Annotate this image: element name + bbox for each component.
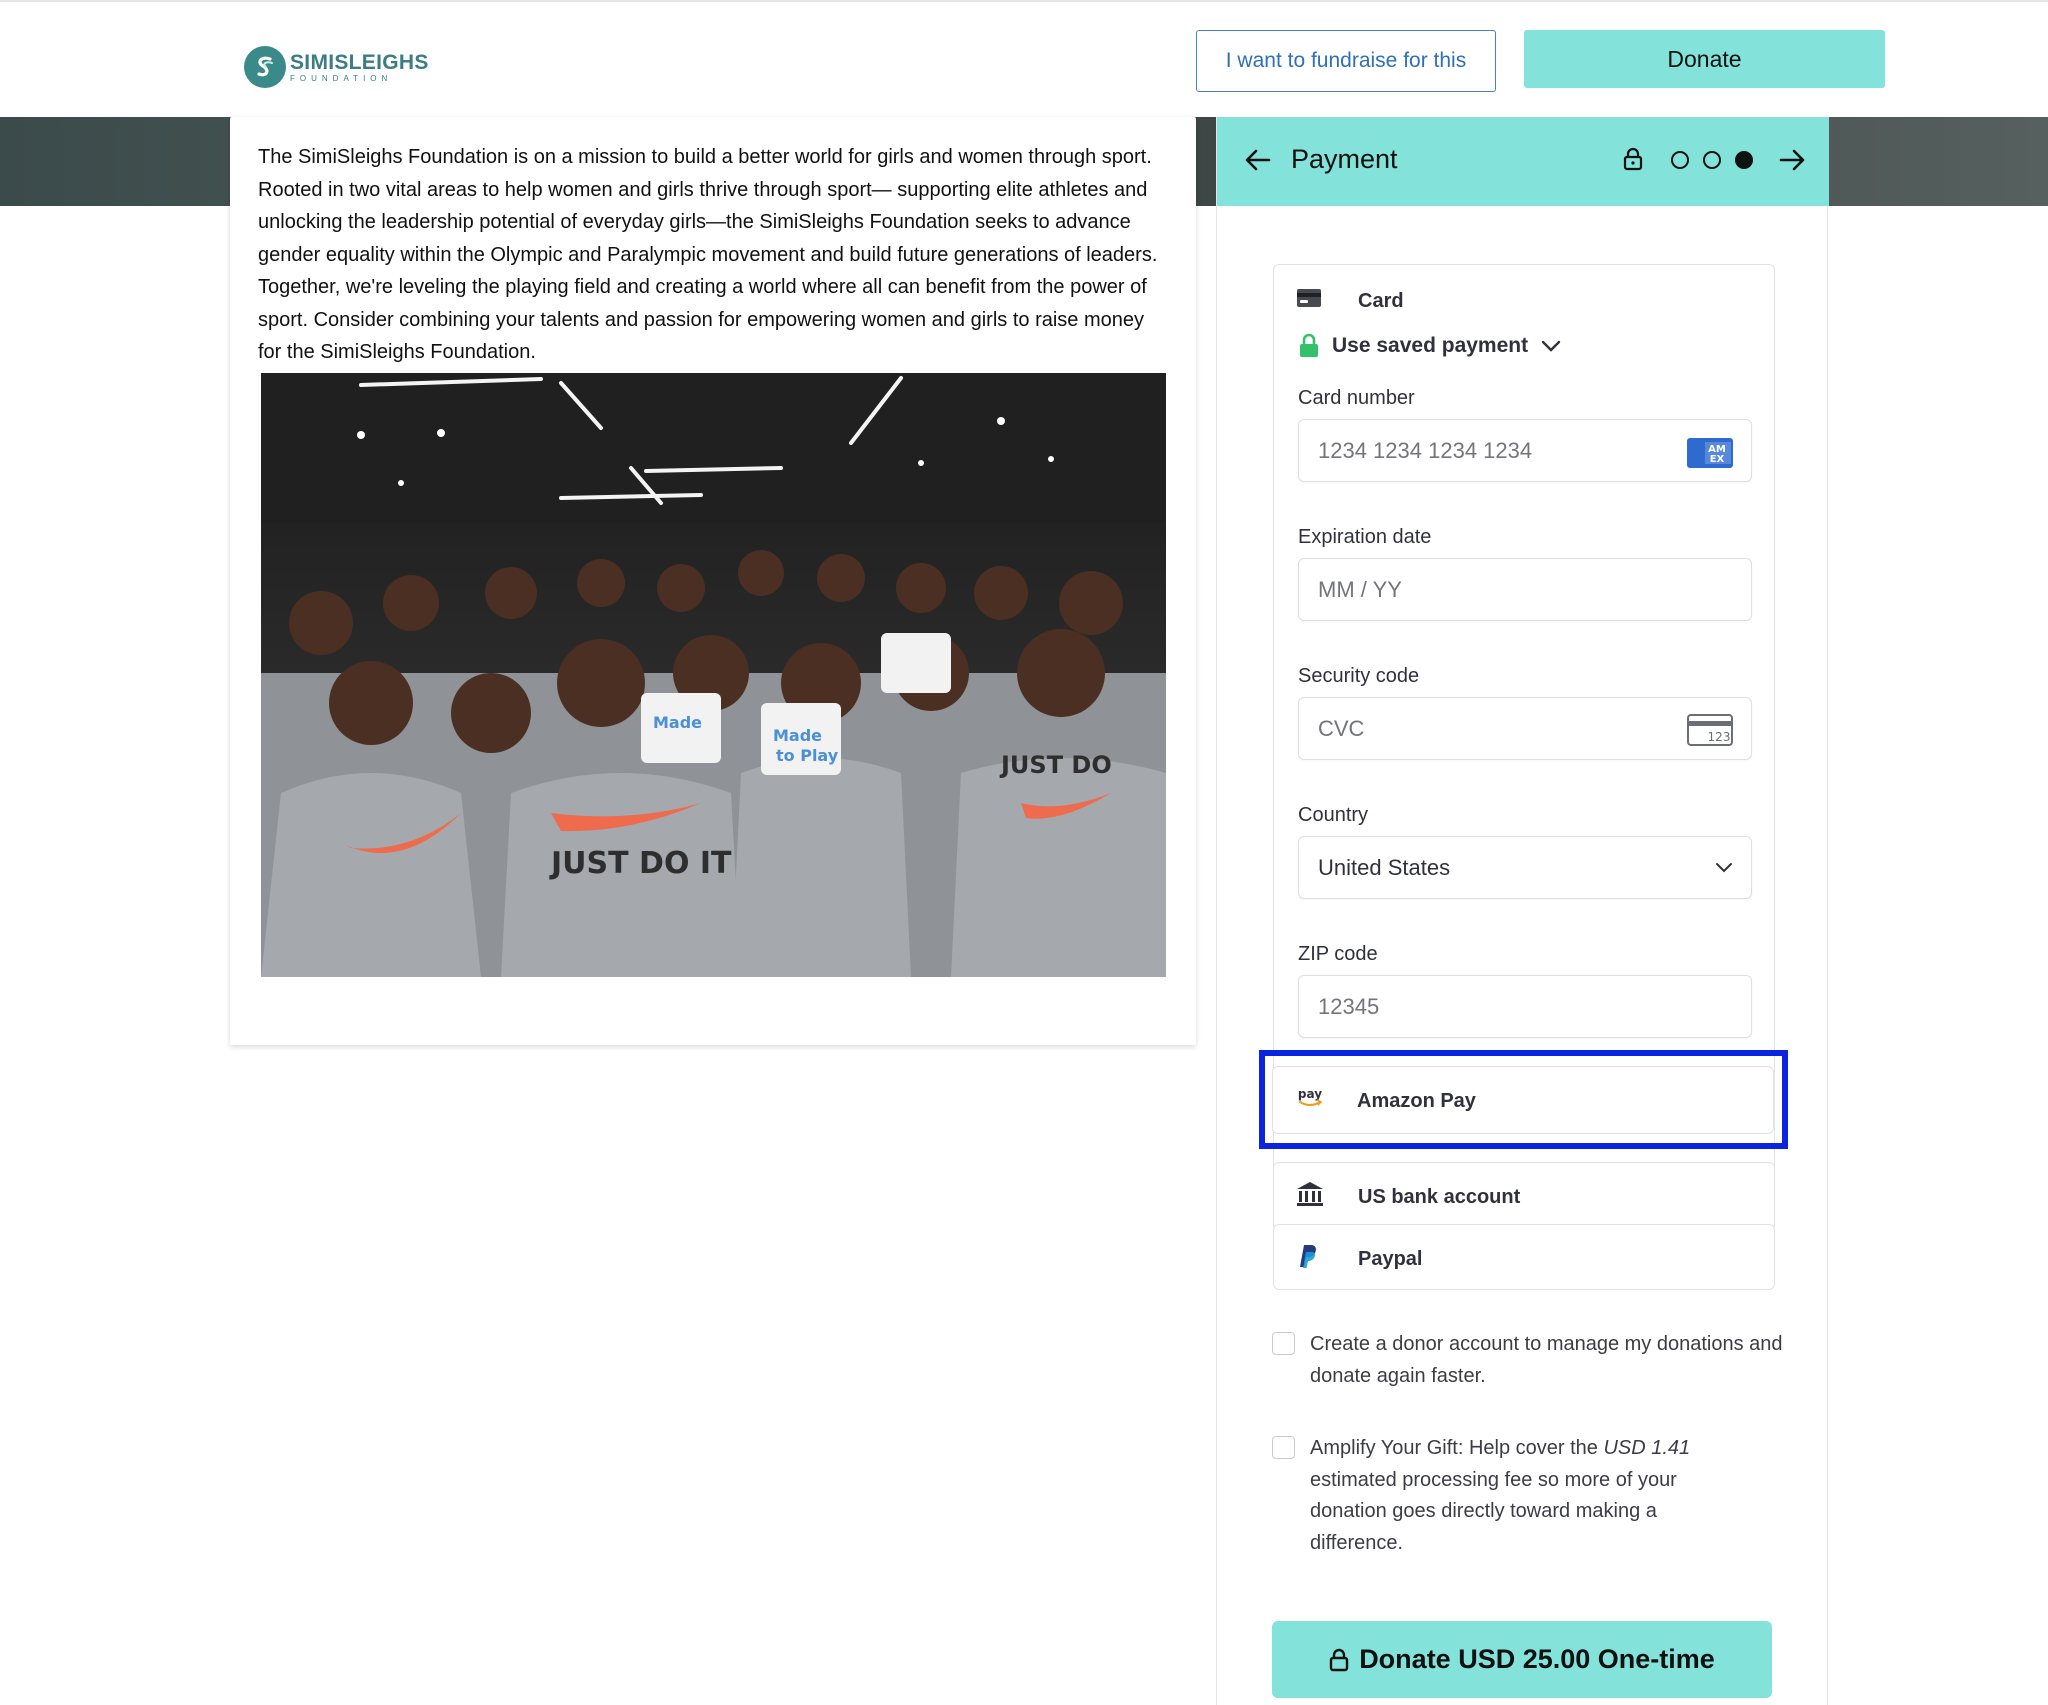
svg-text:JUST DO IT: JUST DO IT <box>549 846 732 881</box>
saved-lock-icon <box>1300 333 1318 357</box>
country-select[interactable]: United States <box>1298 836 1752 899</box>
step-dot-1 <box>1671 151 1689 169</box>
forward-arrow-icon[interactable] <box>1777 145 1807 175</box>
country-value: United States <box>1318 854 1451 880</box>
step-indicator <box>1671 151 1753 169</box>
logo-name: SIMISLEIGHS <box>290 50 429 74</box>
svg-text:123: 123 <box>1708 730 1731 744</box>
step-dot-2 <box>1703 151 1721 169</box>
svg-text:EX: EX <box>1710 454 1725 465</box>
amplify-gift-checkbox[interactable] <box>1272 1436 1295 1459</box>
expiry-field[interactable] <box>1298 558 1752 621</box>
logo-mark-icon <box>244 46 286 88</box>
zip-input[interactable] <box>1318 976 1678 1037</box>
donate-submit-label: Donate USD 25.00 One-time <box>1359 1644 1715 1674</box>
svg-text:Made: Made <box>773 726 822 745</box>
logo-subtitle: FOUNDATION <box>290 73 393 83</box>
zip-field[interactable] <box>1298 975 1752 1038</box>
group-photo-illustration: JUST DO IT JUST DO MadeMadeto Play <box>261 373 1166 977</box>
payment-header: Payment <box>1217 117 1829 206</box>
group-photo: JUST DO IT JUST DO Made Made to Play <box>261 373 1166 977</box>
expiry-label: Expiration date <box>1298 526 1432 548</box>
lock-icon <box>1623 147 1643 176</box>
amplify-prefix: Amplify Your Gift: Help cover the <box>1310 1437 1604 1459</box>
amplify-amount: USD 1.41 <box>1603 1437 1691 1459</box>
fundraise-button[interactable]: I want to fundraise for this <box>1196 30 1496 92</box>
story-card: The SimiSleighs Foundation is on a missi… <box>230 117 1196 1045</box>
amplify-gift-option[interactable]: Amplify Your Gift: Help cover the USD 1.… <box>1272 1433 1792 1559</box>
security-code-label: Security code <box>1298 665 1420 687</box>
back-arrow-icon[interactable] <box>1243 145 1273 175</box>
chevron-down-icon <box>1541 340 1561 352</box>
card-number-input[interactable] <box>1318 420 1678 481</box>
donor-account-option[interactable]: Create a donor account to manage my dona… <box>1272 1329 1792 1392</box>
security-code-field[interactable]: 123 <box>1298 697 1752 760</box>
donate-header-button[interactable]: Donate <box>1524 30 1885 88</box>
amazon-pay-highlight <box>1259 1050 1788 1149</box>
bank-icon <box>1296 1181 1324 1213</box>
story-description: The SimiSleighs Foundation is on a missi… <box>258 146 1158 363</box>
bank-method-label: US bank account <box>1358 1185 1521 1208</box>
donor-account-checkbox[interactable] <box>1272 1332 1295 1355</box>
zip-label: ZIP code <box>1298 943 1378 965</box>
saved-payment-label: Use saved payment <box>1332 334 1529 357</box>
svg-text:JUST DO: JUST DO <box>999 751 1112 779</box>
payment-title: Payment <box>1291 144 1398 174</box>
donate-submit-button[interactable]: Donate USD 25.00 One-time <box>1272 1621 1772 1698</box>
expiry-input[interactable] <box>1318 559 1678 620</box>
cvc-input[interactable] <box>1318 698 1678 759</box>
country-label: Country <box>1298 804 1369 826</box>
chevron-down-icon <box>1715 861 1733 879</box>
step-dot-3 <box>1735 151 1753 169</box>
amplify-gift-text: Amplify Your Gift: Help cover the USD 1.… <box>1310 1433 1730 1559</box>
submit-lock-icon <box>1329 1648 1349 1671</box>
bank-method-box[interactable]: US bank account <box>1273 1162 1775 1230</box>
amex-icon: AM EX <box>1687 438 1733 473</box>
card-method-tab[interactable]: Card <box>1274 287 1774 315</box>
paypal-icon <box>1296 1243 1318 1275</box>
use-saved-payment[interactable]: Use saved payment <box>1298 333 1562 359</box>
card-number-field[interactable]: AMEX <box>1298 419 1752 482</box>
svg-text:to Play: to Play <box>776 746 839 765</box>
foundation-logo[interactable]: SIMISLEIGHS FOUNDATION <box>244 46 429 88</box>
paypal-method-box[interactable]: Paypal <box>1273 1224 1775 1290</box>
paypal-method-label: Paypal <box>1358 1247 1423 1270</box>
cvc-card-icon: 123 <box>1687 714 1733 751</box>
card-number-label: Card number <box>1298 387 1415 409</box>
top-header: SIMISLEIGHS FOUNDATION I want to fundrai… <box>0 0 2048 117</box>
card-method-label: Card <box>1358 289 1404 312</box>
svg-text:Made: Made <box>653 713 702 732</box>
credit-card-icon <box>1296 288 1322 314</box>
donor-account-text: Create a donor account to manage my dona… <box>1310 1333 1783 1387</box>
amplify-suffix: estimated processing fee so more of your… <box>1310 1468 1677 1554</box>
